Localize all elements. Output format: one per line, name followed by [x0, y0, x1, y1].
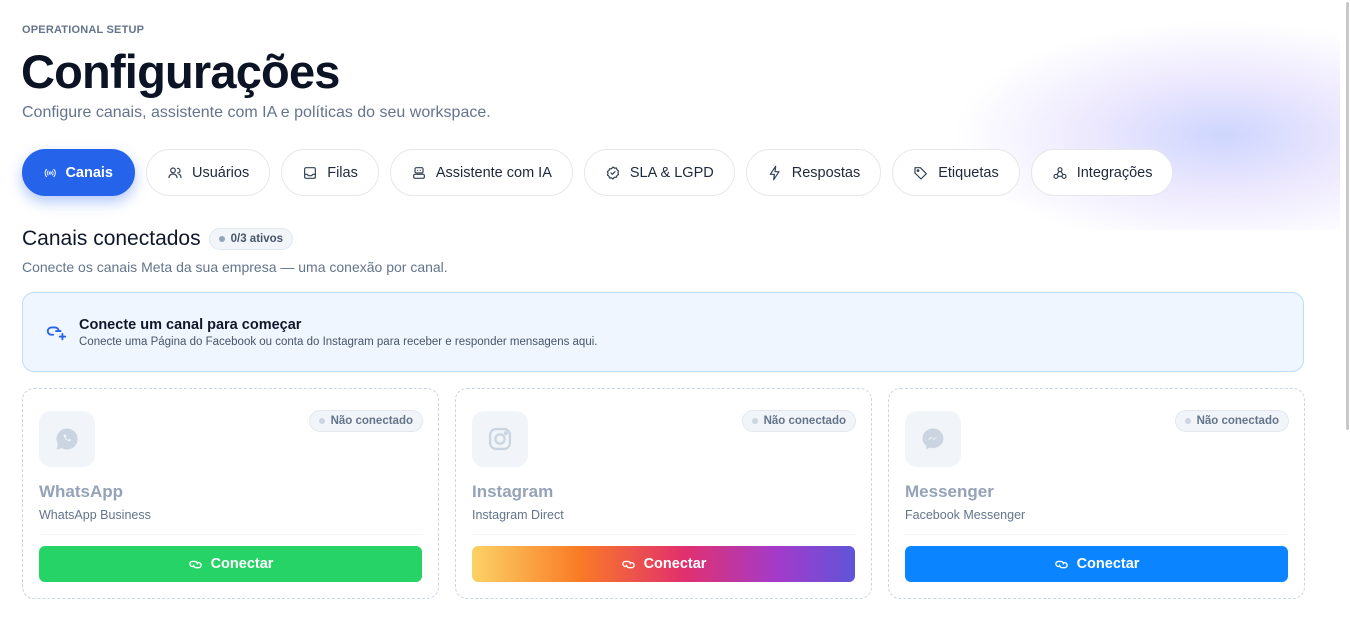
channel-card-messenger: Não conectado Messenger Facebook Messeng…: [888, 388, 1305, 599]
connect-messenger-button[interactable]: Conectar: [905, 546, 1288, 582]
status-dot: [751, 418, 758, 424]
link-icon: [1054, 560, 1068, 568]
page-scrollbar[interactable]: [1344, 0, 1350, 430]
channel-name: Instagram: [472, 482, 554, 501]
connection-status-badge: Não conectado: [741, 410, 856, 432]
channel-subtitle: WhatsApp Business: [39, 508, 422, 535]
tab-label: Assistente com IA: [435, 164, 552, 181]
status-text: Não conectado: [1196, 415, 1279, 427]
users-icon: [168, 166, 182, 178]
channel-name: WhatsApp: [39, 482, 124, 501]
channel-icon-box: [472, 411, 528, 467]
channel-subtitle: Facebook Messenger: [905, 508, 1288, 535]
tab-usuarios[interactable]: Usuários: [146, 149, 271, 196]
tab-assistente[interactable]: Assistente com IA: [389, 149, 573, 196]
tab-label: Etiquetas: [938, 164, 999, 181]
channel-card-whatsapp: Não conectado WhatsApp WhatsApp Business…: [22, 388, 439, 599]
scrollbar-thumb[interactable]: [1346, 2, 1349, 430]
tab-sla-lgpd[interactable]: SLA & LGPD: [583, 149, 735, 196]
status-dot: [318, 418, 325, 424]
badge-text: 0/3 ativos: [230, 233, 284, 245]
channel-icon-box: [39, 411, 95, 467]
connection-status-badge: Não conectado: [1174, 410, 1289, 432]
status-dot: [1184, 418, 1191, 424]
notice-title: Conecte um canal para começar: [79, 316, 302, 333]
tab-label: Integrações: [1076, 164, 1153, 181]
instagram-icon: [488, 427, 512, 451]
section-title: Canais conectados: [22, 227, 201, 250]
link-plus-icon: [46, 326, 67, 341]
status-dot: [218, 236, 225, 242]
button-label: Conectar: [210, 556, 274, 572]
badge-check-icon: [606, 165, 620, 180]
connect-notice: Conecte um canal para começar Conecte um…: [22, 292, 1304, 372]
tab-canais[interactable]: Canais: [22, 149, 135, 196]
broadcast-icon: [44, 168, 56, 177]
status-text: Não conectado: [763, 415, 846, 427]
settings-tabs: Canais Usuários Filas Assistente com IA …: [22, 149, 1174, 196]
bot-icon: [412, 166, 425, 179]
tab-label: Filas: [327, 164, 358, 181]
whatsapp-icon: [56, 428, 78, 450]
channel-name: Messenger: [905, 482, 994, 501]
button-label: Conectar: [643, 556, 707, 572]
decorative-glow: [950, 20, 1340, 230]
tab-filas[interactable]: Filas: [281, 149, 379, 196]
eyebrow-label: OPERATIONAL SETUP: [22, 24, 145, 36]
tab-respostas[interactable]: Respostas: [745, 149, 882, 196]
tab-label: Respostas: [791, 164, 861, 181]
channel-icon-box: [905, 411, 961, 467]
connect-whatsapp-button[interactable]: Conectar: [39, 546, 422, 582]
lightning-icon: [769, 165, 780, 180]
tag-icon: [914, 166, 928, 180]
tab-etiquetas[interactable]: Etiquetas: [892, 149, 1020, 196]
button-label: Conectar: [1076, 556, 1140, 572]
channel-subtitle: Instagram Direct: [472, 508, 855, 535]
tab-label: SLA & LGPD: [629, 164, 714, 181]
section-header: Canais conectados 0/3 ativos: [22, 227, 294, 251]
channel-card-instagram: Não conectado Instagram Instagram Direct…: [455, 388, 872, 599]
status-text: Não conectado: [330, 415, 413, 427]
link-icon: [188, 560, 202, 568]
messenger-icon: [922, 428, 944, 450]
channel-cards: Não conectado WhatsApp WhatsApp Business…: [22, 388, 1305, 599]
connect-instagram-button[interactable]: Conectar: [472, 546, 855, 582]
webhook-icon: [1053, 166, 1067, 179]
connection-status-badge: Não conectado: [308, 410, 423, 432]
inbox-icon: [304, 166, 317, 179]
page-title: Configurações: [21, 45, 340, 98]
active-count-badge: 0/3 ativos: [208, 228, 294, 250]
tab-integracoes[interactable]: Integrações: [1030, 149, 1174, 196]
settings-page: OPERATIONAL SETUP Configurações Configur…: [0, 0, 1350, 630]
notice-text: Conecte uma Página do Facebook ou conta …: [79, 335, 598, 348]
tab-label: Usuários: [192, 164, 250, 181]
tab-label: Canais: [65, 164, 113, 181]
section-subtitle: Conecte os canais Meta da sua empresa — …: [22, 259, 448, 275]
link-icon: [621, 560, 635, 568]
page-subtitle: Configure canais, assistente com IA e po…: [22, 104, 491, 121]
